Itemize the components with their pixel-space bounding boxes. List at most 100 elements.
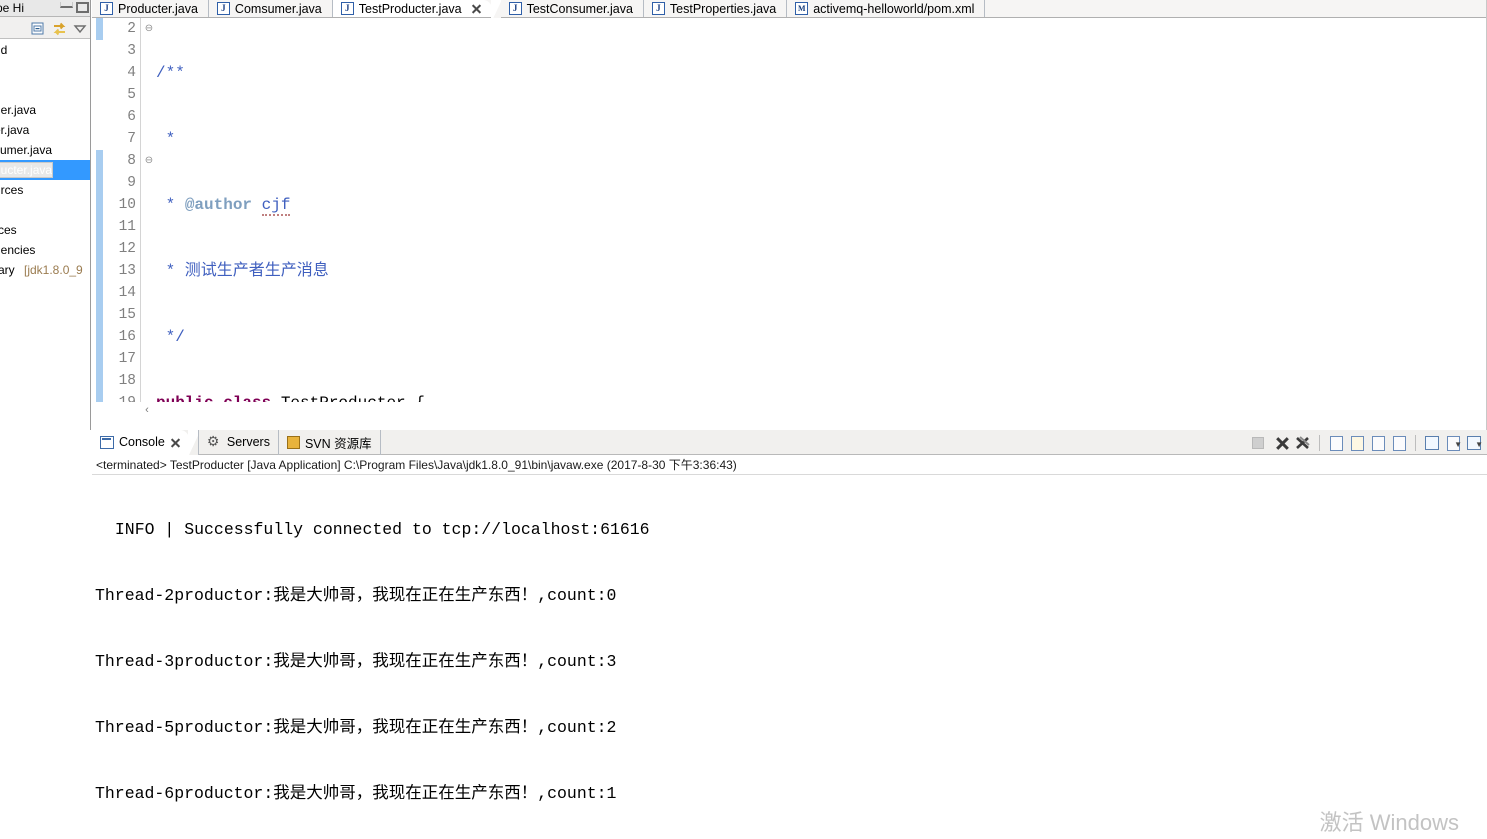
console-line: Thread-6productor:我是大帅哥，我现在正在生产东西！,count… bbox=[95, 784, 617, 803]
tree-item[interactable]: rld bbox=[0, 40, 90, 60]
tree-item[interactable] bbox=[0, 200, 90, 220]
code-line[interactable]: * 测试生产者生产消息 bbox=[136, 260, 1487, 282]
close-icon[interactable] bbox=[170, 437, 181, 448]
editor-horizontal-scrollbar[interactable]: ‹ bbox=[92, 402, 1487, 416]
clear-console-button[interactable] bbox=[1327, 434, 1345, 452]
tree-item[interactable]: sumer.java bbox=[0, 140, 90, 160]
line-number: 10 bbox=[118, 197, 136, 213]
package-explorer-tree[interactable]: rld ner.java er.java sumer.java ducter.j… bbox=[0, 40, 90, 280]
tree-item[interactable]: dencies bbox=[0, 240, 90, 260]
remove-all-terminated-button[interactable] bbox=[1294, 434, 1312, 452]
tree-item[interactable]: ner.java bbox=[0, 100, 90, 120]
link-with-editor-icon[interactable] bbox=[52, 21, 68, 37]
console-tab-label: Console bbox=[119, 435, 165, 449]
tree-item-selected[interactable]: ducter.java bbox=[0, 160, 90, 180]
java-file-icon: J bbox=[651, 2, 665, 15]
display-selected-console-button[interactable]: ▼ bbox=[1444, 434, 1462, 452]
package-explorer-titlebar: pe Hi bbox=[0, 0, 90, 17]
view-menu-icon[interactable] bbox=[72, 21, 88, 37]
editor-tab-testproducter-java[interactable]: J TestProducter.java bbox=[332, 0, 501, 18]
tree-item-label: rary bbox=[0, 263, 15, 277]
console-error-icon bbox=[1392, 435, 1406, 451]
clear-console-icon bbox=[1329, 435, 1343, 451]
editor-tab-comsumer-java[interactable]: J Comsumer.java bbox=[208, 0, 333, 17]
console-tab-label: SVN 资源库 bbox=[304, 436, 372, 451]
tree-item[interactable]: urces bbox=[0, 180, 90, 200]
minimize-view-button[interactable] bbox=[60, 2, 73, 8]
tree-item[interactable]: rary [jdk1.8.0_9 bbox=[0, 260, 90, 280]
line-number: 18 bbox=[118, 373, 136, 389]
chevron-down-icon[interactable]: ▼ bbox=[1475, 440, 1483, 449]
line-number: 16 bbox=[118, 329, 136, 345]
java-file-icon: J bbox=[216, 2, 230, 15]
tab-console[interactable]: Console bbox=[92, 429, 198, 455]
code-text[interactable]: /** * * @author cjf * 测试生产者生产消息 */ publi… bbox=[136, 18, 1487, 416]
close-icon[interactable] bbox=[471, 3, 482, 14]
tree-item[interactable] bbox=[0, 60, 90, 80]
line-number: 12 bbox=[118, 241, 136, 257]
pin-console-button[interactable] bbox=[1423, 434, 1441, 452]
code-line[interactable]: * bbox=[136, 128, 1487, 150]
line-number: 11 bbox=[118, 219, 136, 235]
code-editor[interactable]: 2 3 4 5 6 7 8 9 10 11 12 13 14 15 16 17 … bbox=[92, 18, 1487, 416]
scroll-lock-button[interactable] bbox=[1348, 434, 1366, 452]
editor-tab-label: TestProducter.java bbox=[358, 1, 462, 16]
scroll-left-icon[interactable]: ‹ bbox=[140, 403, 154, 416]
show-console-on-error-button[interactable] bbox=[1390, 434, 1408, 452]
remove-launch-button[interactable] bbox=[1273, 434, 1291, 452]
editor-tab-testproperties-java[interactable]: J TestProperties.java bbox=[643, 0, 788, 17]
line-number: 4 bbox=[127, 65, 136, 81]
chevron-down-icon[interactable]: ▼ bbox=[1454, 440, 1462, 449]
launch-status-line: <terminated> TestProducter [Java Applica… bbox=[92, 456, 1487, 474]
tree-item-label: dencies bbox=[0, 243, 36, 257]
editor-area: J Producter.java J Comsumer.java J TestP… bbox=[92, 0, 1487, 430]
tree-item[interactable] bbox=[0, 80, 90, 100]
console-line: Thread-5productor:我是大帅哥，我现在正在生产东西！,count… bbox=[95, 718, 617, 737]
eclipse-ide-window: pe Hi bbox=[0, 0, 1487, 839]
show-console-on-output-button[interactable] bbox=[1369, 434, 1387, 452]
tree-item-label: ducter.java bbox=[0, 162, 54, 178]
package-explorer-tab-label[interactable]: pe Hi bbox=[0, 1, 24, 15]
line-number: 2 bbox=[127, 21, 136, 37]
console-output[interactable]: INFO | Successfully connected to tcp://l… bbox=[92, 475, 1487, 839]
code-line[interactable]: */ bbox=[136, 326, 1487, 348]
toolbar-separator bbox=[1415, 434, 1416, 451]
console-tab-label: Servers bbox=[226, 435, 270, 449]
editor-tab-label: Comsumer.java bbox=[234, 1, 322, 16]
view-window-buttons bbox=[60, 2, 89, 13]
maven-file-icon: M bbox=[795, 2, 809, 15]
package-explorer-view: pe Hi bbox=[0, 0, 91, 430]
line-number: 14 bbox=[118, 285, 136, 301]
maximize-view-button[interactable] bbox=[76, 2, 89, 13]
tab-servers[interactable]: Servers bbox=[197, 429, 279, 455]
editor-tab-producter-java[interactable]: J Producter.java bbox=[92, 0, 209, 17]
toolbar-separator bbox=[1319, 434, 1320, 451]
console-tab-bar: Console Servers SVN 资源库 bbox=[92, 429, 1487, 455]
console-icon bbox=[100, 435, 114, 449]
lock-icon bbox=[1350, 435, 1364, 451]
line-number: 9 bbox=[127, 175, 136, 191]
code-line[interactable]: * @author cjf bbox=[136, 194, 1487, 216]
tree-item[interactable]: er.java bbox=[0, 120, 90, 140]
tab-svn-repository[interactable]: SVN 资源库 bbox=[279, 429, 381, 455]
line-number: 6 bbox=[127, 109, 136, 125]
code-line[interactable]: /** bbox=[136, 62, 1487, 84]
svn-repository-icon bbox=[286, 435, 300, 449]
terminate-button[interactable] bbox=[1252, 434, 1270, 452]
line-number: 15 bbox=[118, 307, 136, 323]
tree-item[interactable]: rces bbox=[0, 220, 90, 240]
console-line: INFO | Successfully connected to tcp://l… bbox=[105, 520, 650, 539]
editor-tab-label: TestProperties.java bbox=[669, 1, 777, 16]
console-line: Thread-3productor:我是大帅哥，我现在正在生产东西！,count… bbox=[95, 652, 617, 671]
tree-item-label: rld bbox=[0, 43, 8, 57]
line-number: 17 bbox=[118, 351, 136, 367]
collapse-all-icon[interactable] bbox=[30, 21, 46, 37]
tree-item-label: urces bbox=[0, 183, 24, 197]
open-console-button[interactable]: ▼ bbox=[1465, 434, 1483, 452]
editor-tab-bar: J Producter.java J Comsumer.java J TestP… bbox=[92, 0, 1487, 18]
line-number: 5 bbox=[127, 87, 136, 103]
console-output-icon bbox=[1371, 435, 1385, 451]
tree-item-label: sumer.java bbox=[0, 143, 53, 157]
editor-tab-pom-xml[interactable]: M activemq-helloworld/pom.xml bbox=[787, 0, 986, 17]
editor-tab-testconsumer-java[interactable]: J TestConsumer.java bbox=[500, 0, 644, 17]
